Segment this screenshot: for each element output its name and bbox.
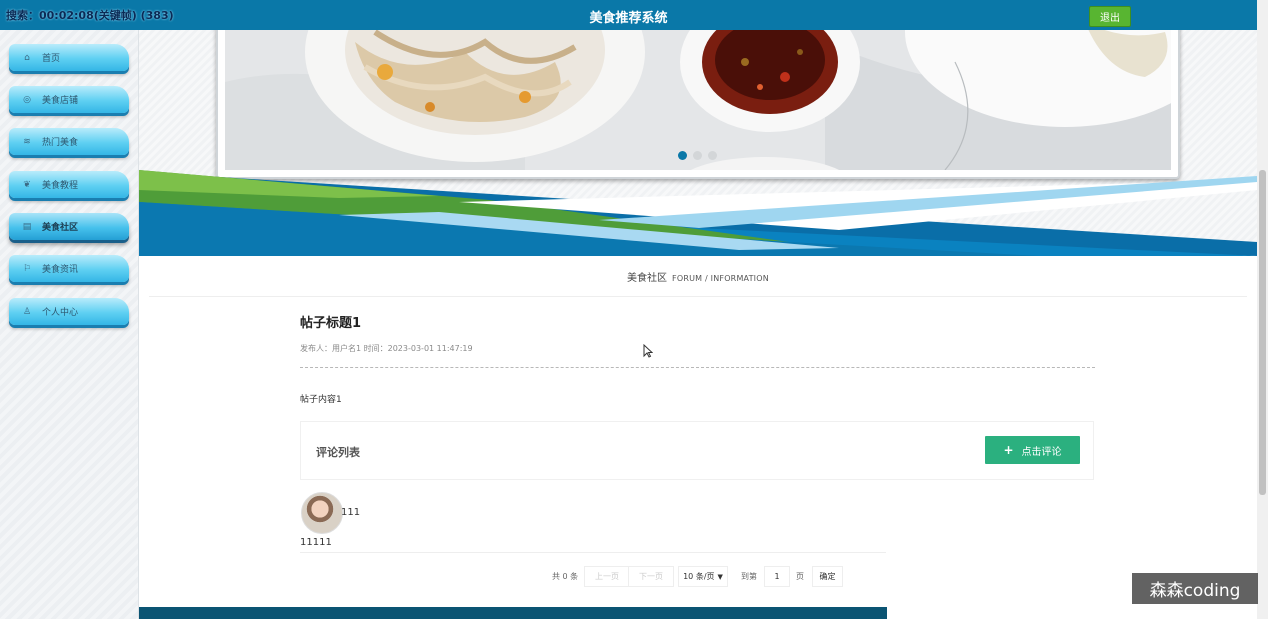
user-icon: ♙: [22, 306, 32, 317]
page-size-value: 10 条/页: [683, 572, 715, 581]
comment-list-title: 评论列表: [316, 446, 360, 459]
sidebar-item-shops[interactable]: ◎ 美食店铺: [9, 86, 129, 113]
comment-item: 111 11111: [300, 492, 886, 553]
post-divider: [300, 367, 1095, 368]
shop-icon: ◎: [23, 94, 31, 105]
sidebar-item-label: 美食资讯: [42, 265, 79, 275]
food-banner-carousel[interactable]: [216, 30, 1180, 179]
goto-label: 到第: [741, 571, 757, 581]
prev-page-button[interactable]: 上一页: [584, 566, 630, 587]
comment-list-header: 评论列表 + 点击评论: [300, 421, 1094, 480]
food-banner-image: [225, 30, 1171, 170]
comment-username: 111: [341, 507, 361, 518]
sidebar-item-label: 个人中心: [42, 308, 79, 318]
next-page-button[interactable]: 下一页: [628, 566, 674, 587]
pagination-total: 共 0 条: [552, 571, 579, 581]
section-heading: 美食社区 FORUM / INFORMATION: [149, 266, 1247, 297]
plus-icon: +: [1003, 443, 1014, 457]
sidebar-item-home[interactable]: ⌂ 首页: [9, 44, 129, 71]
post-title: 帖子标题1: [300, 316, 362, 331]
carousel-dot-1[interactable]: [678, 151, 687, 160]
sidebar-item-hot-food[interactable]: ≋ 热门美食: [9, 128, 129, 155]
chevron-down-icon: ▼: [717, 572, 723, 581]
hot-food-icon: ≋: [23, 136, 31, 147]
sidebar-item-label: 美食教程: [42, 181, 79, 191]
sidebar-nav: ⌂ 首页 ◎ 美食店铺 ≋ 热门美食 ❦ 美食教程 ▤ 美食社区 ⚐ 美食资讯 …: [0, 30, 139, 619]
page-number-input[interactable]: 1: [764, 566, 790, 587]
post-content: 帖子内容1: [300, 395, 342, 405]
flag-icon: ⚐: [22, 263, 32, 274]
avatar: [301, 492, 343, 534]
hero-section: [139, 30, 1257, 256]
decorative-stripes: [139, 170, 1257, 256]
mouse-cursor-icon: [643, 344, 653, 358]
sidebar-item-label: 美食社区: [42, 223, 79, 233]
comment-text: 11111: [300, 537, 332, 548]
top-bar: 搜索：00:02:08(关键帧) (383) 美食推荐系统 退出: [0, 0, 1257, 31]
scrollbar-thumb[interactable]: [1259, 170, 1266, 495]
sidebar-item-label: 热门美食: [42, 138, 79, 148]
pagination-confirm-button[interactable]: 确定: [812, 566, 843, 587]
sidebar-item-label: 美食店铺: [42, 96, 79, 106]
watermark: 森森coding: [1132, 573, 1258, 604]
section-title: 美食社区: [627, 273, 668, 284]
add-comment-button[interactable]: + 点击评论: [985, 436, 1080, 464]
sidebar-item-community[interactable]: ▤ 美食社区: [9, 213, 129, 240]
tutorial-icon: ❦: [23, 179, 31, 190]
page-scrollbar[interactable]: [1257, 0, 1268, 619]
sidebar-item-label: 首页: [42, 54, 61, 64]
post-meta: 发布人：用户名1 时间：2023-03-01 11:47:19: [300, 344, 473, 353]
sidebar-item-news[interactable]: ⚐ 美食资讯: [9, 255, 129, 282]
main-content: 美食社区 FORUM / INFORMATION 帖子标题1 发布人：用户名1 时…: [139, 30, 1257, 619]
app-title: 美食推荐系统: [589, 11, 668, 26]
add-comment-label: 点击评论: [1021, 446, 1062, 458]
home-icon: ⌂: [24, 52, 30, 63]
footer-bar: [139, 607, 887, 619]
section-subtitle: FORUM / INFORMATION: [672, 274, 769, 283]
logout-button[interactable]: 退出: [1089, 6, 1131, 27]
page-unit-label: 页: [796, 571, 804, 581]
carousel-dot-3[interactable]: [708, 151, 717, 160]
community-icon: ▤: [22, 221, 32, 232]
page-size-select[interactable]: 10 条/页 ▼: [678, 566, 728, 587]
sidebar-item-profile[interactable]: ♙ 个人中心: [9, 298, 129, 325]
carousel-dot-2[interactable]: [693, 151, 702, 160]
sidebar-item-tutorials[interactable]: ❦ 美食教程: [9, 171, 129, 198]
